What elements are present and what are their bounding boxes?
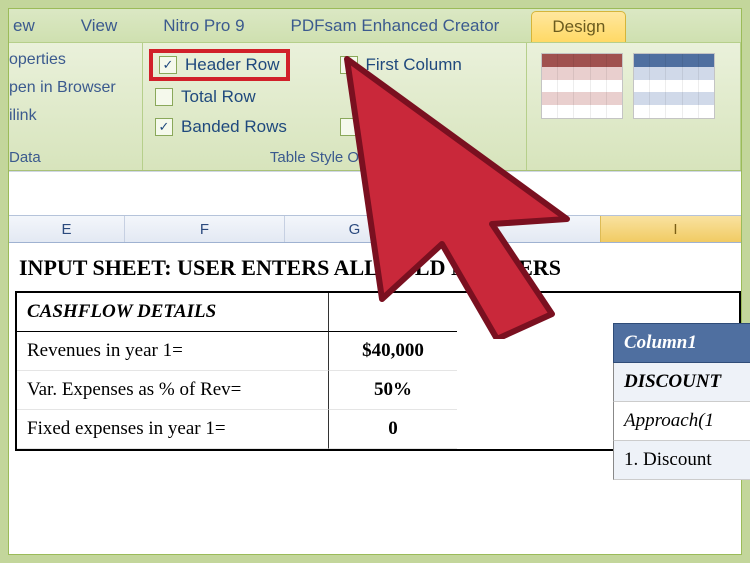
- first-column-label: First Column: [366, 55, 462, 75]
- fixed-expenses-label: Fixed expenses in year 1=: [17, 410, 329, 449]
- col-header-E[interactable]: E: [9, 216, 125, 242]
- cashflow-heading: CASHFLOW DETAILS: [17, 293, 329, 332]
- right-row-2[interactable]: Approach(1: [613, 402, 750, 441]
- banded-columns-option[interactable]: Ban: [340, 117, 515, 137]
- revenues-value[interactable]: $40,000: [329, 332, 457, 371]
- header-row-option[interactable]: ✓ Header Row: [155, 53, 330, 77]
- var-expenses-value[interactable]: 50%: [329, 371, 457, 410]
- header-row-label: Header Row: [185, 55, 280, 75]
- cashflow-heading-blank: [329, 293, 457, 332]
- total-row-label: Total Row: [181, 87, 256, 107]
- ribbon-tabs: ew View Nitro Pro 9 PDFsam Enhanced Crea…: [9, 9, 741, 43]
- col-header-F[interactable]: F: [125, 216, 285, 242]
- table-style-preview-1[interactable]: [541, 53, 623, 119]
- first-column-option[interactable]: First Column: [340, 53, 515, 77]
- revenues-label: Revenues in year 1=: [17, 332, 329, 371]
- tab-view[interactable]: View: [67, 10, 132, 42]
- group-label-options: Table Style Options: [143, 149, 526, 166]
- tab-review[interactable]: ew: [13, 10, 49, 42]
- first-column-checkbox[interactable]: [340, 56, 358, 74]
- table-style-preview-2[interactable]: [633, 53, 715, 119]
- header-row-checkbox[interactable]: ✓: [159, 56, 177, 74]
- unlink-button[interactable]: ilink: [9, 107, 130, 125]
- banded-rows-label: Banded Rows: [181, 117, 287, 137]
- total-row-checkbox[interactable]: [155, 88, 173, 106]
- right-table: Column1 DISCOUNT Approach(1 1. Discount: [613, 323, 750, 480]
- banded-columns-checkbox[interactable]: [340, 118, 358, 136]
- total-row-option[interactable]: Total Row: [155, 87, 330, 107]
- open-in-browser-button[interactable]: pen in Browser: [9, 79, 130, 97]
- tab-design[interactable]: Design: [531, 11, 626, 42]
- tab-pdfsam[interactable]: PDFsam Enhanced Creator: [277, 10, 514, 42]
- ribbon-panel: operties pen in Browser ilink Data ✓ Hea…: [9, 43, 741, 171]
- table-style-options-group: ✓ Header Row First Column Total Row ✓ Ba…: [143, 43, 527, 170]
- right-row-1[interactable]: DISCOUNT: [613, 363, 750, 402]
- right-row-3[interactable]: 1. Discount: [613, 441, 750, 480]
- table-styles-group: [527, 43, 741, 170]
- group-label-data: Data: [9, 149, 142, 166]
- sheet-title: INPUT SHEET: USER ENTERS ALL BOLD NUMBER…: [19, 255, 741, 281]
- fixed-expenses-value[interactable]: 0: [329, 410, 457, 449]
- col-header-G[interactable]: G: [285, 216, 425, 242]
- col-header-H[interactable]: [425, 216, 601, 242]
- external-data-group: operties pen in Browser ilink Data: [9, 43, 143, 170]
- banded-rows-option[interactable]: ✓ Banded Rows: [155, 117, 330, 137]
- banded-rows-checkbox[interactable]: ✓: [155, 118, 173, 136]
- properties-button[interactable]: operties: [9, 51, 130, 69]
- right-table-header[interactable]: Column1: [613, 323, 750, 363]
- var-expenses-label: Var. Expenses as % of Rev=: [17, 371, 329, 410]
- banded-columns-label: Ban: [366, 117, 396, 137]
- tab-nitro[interactable]: Nitro Pro 9: [149, 10, 258, 42]
- col-header-I[interactable]: I: [601, 216, 741, 242]
- column-headers: E F G I: [9, 215, 741, 243]
